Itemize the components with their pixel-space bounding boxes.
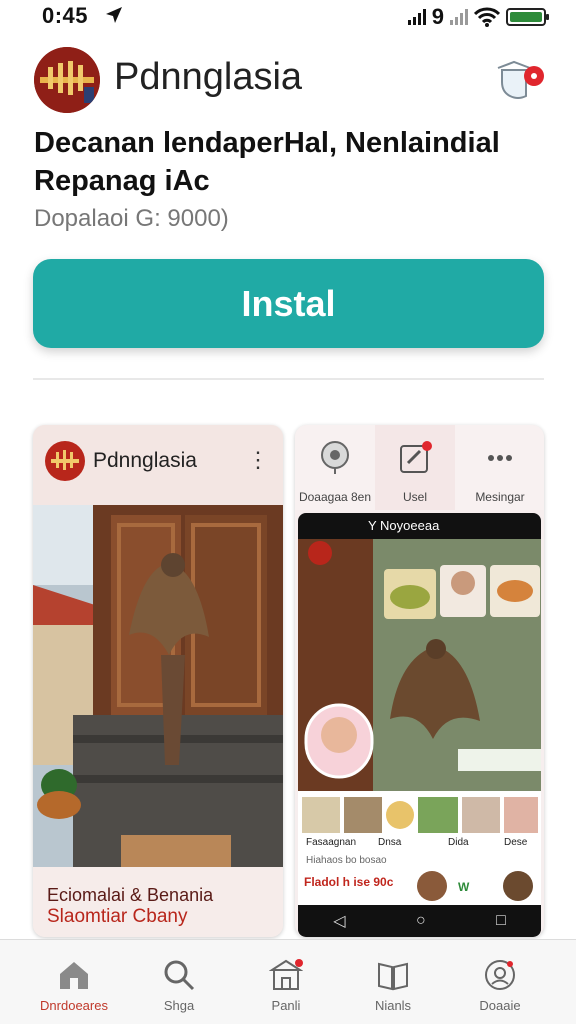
promo-line-2: Fladol h ise 90c — [304, 875, 394, 889]
inner-phone-scene — [298, 539, 541, 791]
svg-text:W: W — [458, 880, 470, 894]
tab-discover[interactable]: Doaagaa 8en — [295, 425, 375, 510]
battery-icon — [506, 8, 549, 26]
row-label: Dese — [504, 837, 528, 848]
nav-label: Dnrdoeares — [40, 998, 108, 1013]
nav-label: Panli — [271, 998, 301, 1013]
screenshot-2[interactable]: Doaagaa 8en Usel Mesingar Y Noyoeeaa Fas… — [295, 425, 544, 937]
location-arrow-icon — [106, 7, 122, 23]
promo-line-1: Hiahaos bo bosao — [306, 855, 387, 866]
divider — [33, 378, 544, 380]
nav-label: Doaaie — [479, 998, 521, 1013]
status-time: 0:45 — [42, 3, 89, 28]
nav-item-search[interactable]: Shga — [129, 940, 229, 1024]
install-button[interactable]: Instal — [33, 259, 544, 348]
store-icon — [269, 959, 303, 990]
screenshot-1-caption: Eciomalai & Benania Slaomtiar Cbany — [33, 867, 283, 937]
nav-item-profile[interactable]: Doaaie — [450, 940, 550, 1024]
caption-line-2: Slaomtiar Cbany — [47, 906, 188, 927]
tab-messages[interactable]: Mesingar — [460, 425, 540, 510]
more-menu-icon[interactable]: ⋮ — [247, 447, 269, 473]
app-logo — [34, 47, 100, 113]
profile-icon — [485, 960, 515, 990]
signal-number: 9 — [431, 4, 444, 29]
app-logo-small — [45, 441, 85, 481]
bottom-nav: Dnrdoeares Shga Panli Nianls Doaaie — [0, 939, 576, 1024]
nav-label: Shga — [163, 998, 195, 1013]
inner-phone-list: Fasaagnan Dnsa Dida Dese Hiahaos bo bosa… — [298, 791, 541, 905]
screenshot-1-header: Pdnnglasia ⋮ — [33, 425, 283, 505]
temple-photo — [33, 505, 283, 867]
screenshot-1[interactable]: Pdnnglasia ⋮ Eciomalai & Benania Slaomti — [33, 425, 283, 937]
caption-line-1: Eciomalai & Benania — [47, 885, 214, 905]
inner-phone-title: Y Noyoeeaa — [368, 518, 440, 533]
search-icon — [164, 960, 195, 991]
status-indicators: 9 — [407, 4, 549, 30]
home-icon — [60, 962, 88, 989]
tab-label: Usel — [402, 490, 427, 504]
nav-item-store[interactable]: Panli — [236, 940, 336, 1024]
recent-apps-icon: □ — [496, 912, 506, 929]
app-description: Decanan lendaperHal, Nenlaindial Repanag… — [34, 127, 500, 197]
status-bar: 0:45 9 — [0, 0, 576, 30]
nav-item-library[interactable]: Nianls — [343, 940, 443, 1024]
screenshot-1-title: Pdnnglasia — [93, 449, 197, 472]
location-pin-icon — [321, 441, 349, 474]
row-label: Dida — [448, 837, 469, 848]
tab-user[interactable]: Usel — [375, 425, 455, 510]
secondary-signal-icon — [450, 9, 468, 25]
inner-phone-nav: ◁ ○ □ — [298, 905, 541, 937]
nav-item-home[interactable]: Dnrdoeares — [24, 940, 124, 1024]
wifi-icon — [474, 7, 500, 27]
tab-label: Doaagaa 8en — [298, 490, 372, 504]
back-icon: ◁ — [333, 913, 346, 930]
row-label: Dnsa — [378, 837, 402, 848]
home-circle-icon: ○ — [415, 912, 426, 929]
cell-signal-icon — [407, 9, 426, 25]
tab-label: Mesingar — [475, 490, 525, 504]
edit-icon — [400, 441, 432, 473]
more-dots-icon — [488, 455, 512, 461]
share-icon[interactable] — [496, 58, 548, 102]
book-icon — [378, 962, 408, 991]
row-label: Fasaagnan — [306, 837, 357, 848]
app-meta: Dopalaoi G: 9000) — [34, 205, 229, 232]
app-name: Pdnnglasia — [114, 56, 303, 98]
screenshot-2-tabs: Doaagaa 8en Usel Mesingar — [295, 425, 544, 510]
nav-label: Nianls — [374, 998, 412, 1013]
inner-phone-screen: Y Noyoeeaa Fasaagnan Dnsa Dida Dese Hiah… — [298, 513, 541, 937]
